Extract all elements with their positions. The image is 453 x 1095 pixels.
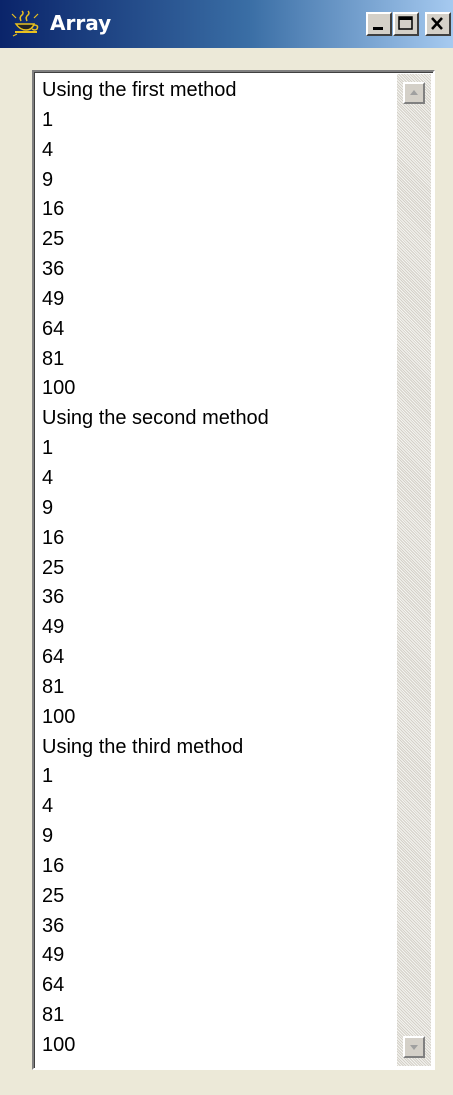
title-bar[interactable]: Array <box>0 0 453 48</box>
list-item[interactable]: 81 <box>42 345 269 375</box>
close-icon <box>431 17 443 30</box>
list-item[interactable]: 64 <box>42 643 269 673</box>
list-item[interactable]: 25 <box>42 882 269 912</box>
scroll-up-button[interactable] <box>403 82 425 104</box>
list-item[interactable]: 25 <box>42 554 269 584</box>
list-item[interactable]: 36 <box>42 583 269 613</box>
list-item[interactable]: 9 <box>42 166 269 196</box>
list-item[interactable]: 81 <box>42 673 269 703</box>
list-item[interactable]: 49 <box>42 941 269 971</box>
scroll-down-button[interactable] <box>403 1036 425 1058</box>
list-item[interactable]: 4 <box>42 792 269 822</box>
list-item[interactable]: Using the second method <box>42 404 269 434</box>
list-item[interactable]: 16 <box>42 524 269 554</box>
list-item[interactable]: 81 <box>42 1001 269 1031</box>
list-item[interactable]: 16 <box>42 852 269 882</box>
window-title: Array <box>50 11 112 35</box>
list-item[interactable]: Using the first method <box>42 76 269 106</box>
list-item[interactable]: 64 <box>42 315 269 345</box>
output-list-box[interactable]: Using the first method 1 4 9 16 25 36 49… <box>32 70 435 1070</box>
minimize-icon <box>373 27 383 30</box>
list-item[interactable]: 100 <box>42 1031 269 1061</box>
list-item[interactable]: 4 <box>42 464 269 494</box>
java-cup-icon[interactable] <box>10 10 42 38</box>
list-item[interactable]: 49 <box>42 613 269 643</box>
list-item[interactable]: 16 <box>42 195 269 225</box>
maximize-icon <box>398 16 413 30</box>
list-item[interactable]: 9 <box>42 494 269 524</box>
list-item[interactable]: 1 <box>42 434 269 464</box>
list-item[interactable]: Using the third method <box>42 733 269 763</box>
list-item[interactable]: 9 <box>42 822 269 852</box>
list-item[interactable]: 100 <box>42 374 269 404</box>
list-item[interactable]: 1 <box>42 106 269 136</box>
arrow-up-icon <box>410 90 418 95</box>
maximize-button[interactable] <box>393 12 419 36</box>
vertical-scrollbar[interactable] <box>397 74 431 1066</box>
arrow-down-icon <box>410 1045 418 1050</box>
list-item[interactable]: 64 <box>42 971 269 1001</box>
array-window: Array Using the first method 1 4 9 16 25 <box>0 0 453 1095</box>
list-item[interactable]: 4 <box>42 136 269 166</box>
output-list: Using the first method 1 4 9 16 25 36 49… <box>42 76 269 1061</box>
minimize-button[interactable] <box>366 12 392 36</box>
close-button[interactable] <box>425 12 451 36</box>
list-item[interactable]: 36 <box>42 255 269 285</box>
list-item[interactable]: 1 <box>42 762 269 792</box>
list-item[interactable]: 25 <box>42 225 269 255</box>
list-item[interactable]: 49 <box>42 285 269 315</box>
list-item[interactable]: 36 <box>42 912 269 942</box>
list-item[interactable]: 100 <box>42 703 269 733</box>
